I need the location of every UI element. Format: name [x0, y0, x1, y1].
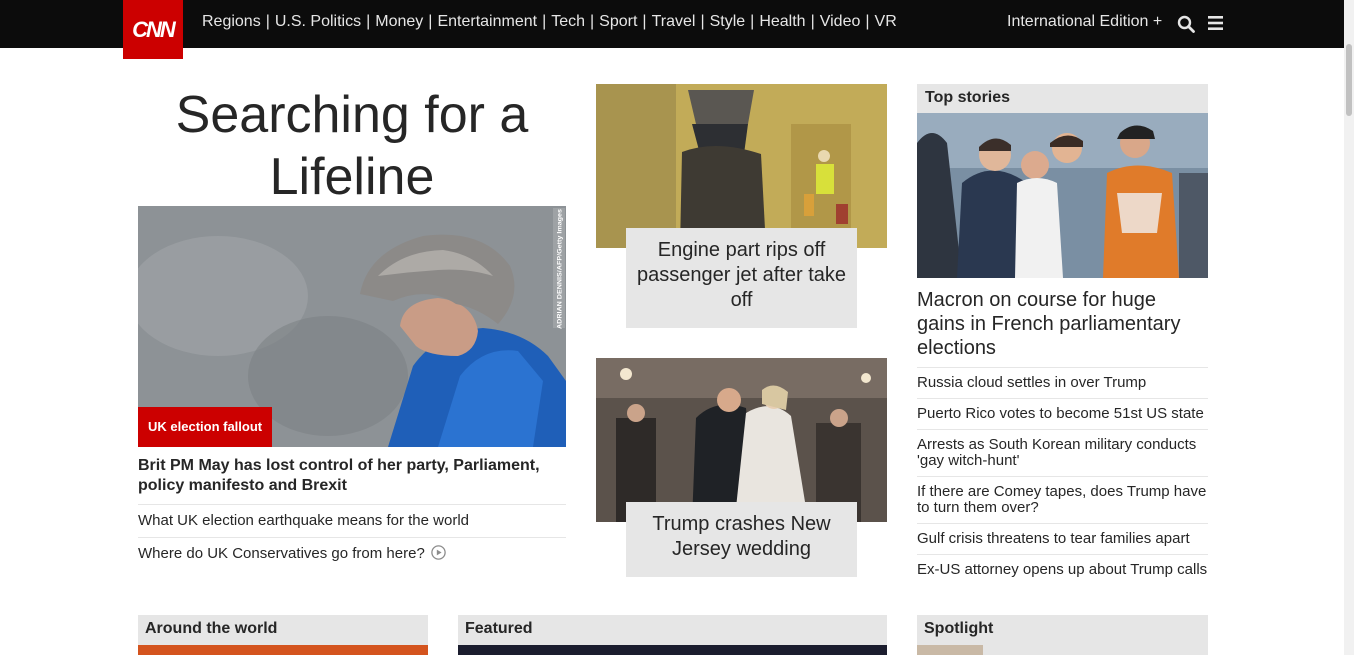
- video-play-icon: [431, 545, 446, 560]
- nav-link-regions[interactable]: Regions: [202, 13, 261, 31]
- top-story-link[interactable]: If there are Comey tapes, does Trump hav…: [917, 476, 1208, 523]
- nav-link-style[interactable]: Style: [710, 13, 746, 31]
- wedding-story-photo[interactable]: [596, 358, 887, 522]
- nav-separator: |: [642, 13, 647, 30]
- nav-separator: |: [428, 13, 433, 30]
- nav-link-us-politics[interactable]: U.S. Politics: [275, 13, 361, 31]
- nav-separator: |: [750, 13, 755, 30]
- top-story-link[interactable]: Russia cloud settles in over Trump: [917, 367, 1208, 398]
- nav-separator: |: [542, 13, 547, 30]
- related-link[interactable]: Where do UK Conservatives go from here?: [138, 537, 566, 570]
- engine-story-photo[interactable]: [596, 84, 887, 248]
- hamburger-menu-icon[interactable]: [1208, 16, 1223, 30]
- macron-story-title[interactable]: Macron on course for huge gains in Frenc…: [917, 288, 1208, 360]
- top-story-link[interactable]: Arrests as South Korean military conduct…: [917, 429, 1208, 476]
- macron-story-photo[interactable]: [917, 113, 1208, 278]
- lead-story-title[interactable]: Brit PM May has lost control of her part…: [138, 456, 566, 496]
- related-link-text: What UK election earthquake means for th…: [138, 512, 470, 529]
- search-icon[interactable]: [1177, 15, 1195, 33]
- engine-photo-art: [596, 84, 887, 248]
- nav-link-video[interactable]: Video: [820, 13, 861, 31]
- nav-link-entertainment[interactable]: Entertainment: [437, 13, 537, 31]
- nav-separator: |: [366, 13, 371, 30]
- spotlight-photo[interactable]: [917, 645, 983, 655]
- cnn-logo[interactable]: CNN: [123, 0, 183, 59]
- macron-photo-art: [917, 113, 1208, 278]
- nav-separator: |: [700, 13, 705, 30]
- nav-separator: |: [590, 13, 595, 30]
- nav-link-travel[interactable]: Travel: [652, 13, 696, 31]
- nav-link-vr[interactable]: VR: [875, 13, 897, 31]
- nav-link-health[interactable]: Health: [759, 13, 805, 31]
- edition-selector[interactable]: International Edition +: [1007, 13, 1162, 31]
- wedding-photo-art: [596, 358, 887, 522]
- nav-separator: |: [810, 13, 815, 30]
- scrollbar-thumb[interactable]: [1346, 44, 1352, 116]
- nav-separator: |: [265, 13, 270, 30]
- logo-text: CNN: [132, 16, 176, 42]
- related-link[interactable]: What UK election earthquake means for th…: [138, 504, 566, 537]
- featured-photo[interactable]: [458, 645, 887, 655]
- category-badge[interactable]: UK election fallout: [138, 407, 273, 447]
- top-story-link[interactable]: Puerto Rico votes to become 51st US stat…: [917, 398, 1208, 429]
- photo-credit: ADRIAN DENNIS/AFP/Getty Images: [557, 209, 564, 329]
- top-story-link[interactable]: Gulf crisis threatens to tear families a…: [917, 523, 1208, 554]
- top-stories-header: Top stories: [917, 84, 1208, 113]
- top-story-link[interactable]: Ex-US attorney opens up about Trump call…: [917, 554, 1208, 585]
- nav-link-money[interactable]: Money: [375, 13, 423, 31]
- top-stories-list: Russia cloud settles in over Trump Puert…: [917, 367, 1208, 585]
- lead-headline[interactable]: Searching for a Lifeline: [138, 84, 566, 208]
- engine-story-caption[interactable]: Engine part rips off passenger jet after…: [626, 228, 857, 328]
- related-link-text: Where do UK Conservatives go from here?: [138, 545, 425, 562]
- nav-link-sport[interactable]: Sport: [599, 13, 637, 31]
- wedding-story-caption[interactable]: Trump crashes New Jersey wedding: [626, 502, 857, 577]
- nav-links: Regions | U.S. Politics | Money | Entertain…: [202, 13, 897, 31]
- svg-text:ADRIAN DENNIS/AFP/Getty Images: ADRIAN DENNIS/AFP/Getty Images: [557, 209, 564, 329]
- lead-related-list: What UK election earthquake means for th…: [138, 504, 566, 570]
- nav-separator: |: [865, 13, 870, 30]
- top-nav: CNN Regions | U.S. Politics | Money | Enter…: [0, 0, 1344, 59]
- around-the-world-photo[interactable]: [138, 645, 428, 655]
- nav-link-tech[interactable]: Tech: [551, 13, 585, 31]
